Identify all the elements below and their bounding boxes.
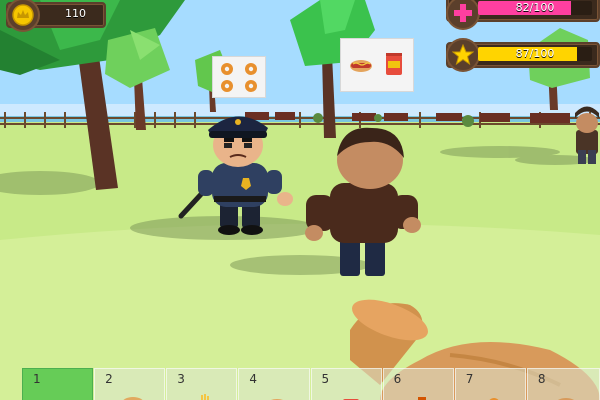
- inventory-hotbar: 1 2 3 4 5 6 7 8: [22, 368, 600, 400]
- donut-icon: [221, 80, 233, 92]
- hotbar-slot-4[interactable]: 4: [238, 368, 310, 400]
- game-viewport[interactable]: 110 82/100 87/100 1 2 3 4 5 6 7 8: [0, 0, 600, 400]
- hotdog-icon: [350, 60, 372, 72]
- hotbar-slot-8[interactable]: 8: [526, 368, 600, 400]
- hotbar-slot-5[interactable]: 5: [310, 368, 382, 400]
- slot-number: 5: [321, 372, 330, 386]
- coins-counter: 110: [6, 0, 106, 32]
- slot-number: 7: [465, 372, 474, 386]
- donut-order-items: [221, 63, 257, 92]
- chips-bag-icon: [342, 399, 359, 400]
- chips-bag-icon: [386, 53, 402, 75]
- slot-number: 1: [33, 372, 41, 386]
- slot-number: 2: [105, 372, 113, 386]
- drink-icon: [417, 397, 426, 400]
- fries-icon: [201, 394, 210, 400]
- donut-icon: [245, 63, 257, 75]
- bread-icon: [123, 397, 143, 400]
- coins-value: 110: [65, 7, 86, 20]
- hotdog-icon: [271, 399, 284, 400]
- police-order-bubble: [212, 56, 266, 98]
- customer-order-items: [350, 53, 402, 75]
- energy-value: 87/100: [515, 47, 555, 60]
- crown-coin-icon: [6, 0, 40, 32]
- slot-number: 4: [249, 372, 258, 386]
- hotbar-slot-1[interactable]: 1: [22, 368, 94, 400]
- hotbar-slot-3[interactable]: 3: [166, 368, 238, 400]
- health-bar: 82/100: [446, 0, 600, 30]
- health-value: 82/100: [515, 1, 555, 14]
- donut-icon: [245, 80, 257, 92]
- burger-icon: [557, 398, 574, 400]
- donut-icon: [221, 63, 233, 75]
- energy-bar: 87/100: [446, 38, 600, 72]
- hotbar-slot-7[interactable]: 7: [454, 368, 526, 400]
- slot-number: 6: [393, 372, 402, 386]
- donut-icon: [489, 398, 499, 400]
- hotbar-slot-6[interactable]: 6: [382, 368, 454, 400]
- hotbar-slot-2[interactable]: 2: [94, 368, 166, 400]
- slot-number: 8: [537, 372, 546, 386]
- customer-order-bubble: [340, 38, 414, 92]
- slot-number: 3: [177, 372, 185, 386]
- star-icon: [446, 38, 480, 72]
